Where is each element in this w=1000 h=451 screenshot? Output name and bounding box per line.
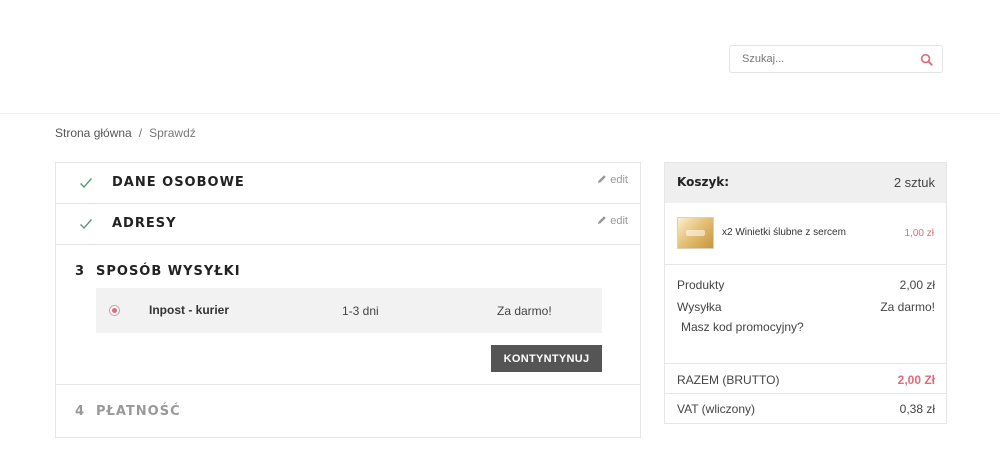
pencil-icon	[598, 175, 607, 183]
cart-header: Koszyk: 2 sztuk	[665, 163, 946, 203]
cart-summary: Koszyk: 2 sztuk x2 Winietki ślubne z ser…	[664, 162, 947, 424]
check-icon	[80, 178, 93, 189]
step-payment: 4 Płatność	[56, 385, 640, 437]
cart-item: x2 Winietki ślubne z sercem 1,00 zł	[665, 203, 946, 265]
edit-link[interactable]: edit	[597, 174, 628, 186]
breadcrumb: Strona główna / Sprawdź	[55, 126, 196, 140]
step-number: 3	[75, 264, 85, 279]
shipping-value: Za darmo!	[880, 300, 935, 314]
cart-item-price: 1,00 zł	[904, 228, 934, 239]
search-input[interactable]	[730, 46, 910, 72]
carrier-price: Za darmo!	[497, 304, 552, 318]
carrier-radio[interactable]	[109, 305, 120, 316]
vat-label: VAT (wliczony)	[677, 402, 756, 416]
edit-label: edit	[610, 215, 628, 227]
step-title: Płatność	[96, 404, 181, 419]
step-addresses[interactable]: Adresy edit	[56, 204, 640, 245]
total-value: 2,00 Zł	[897, 373, 935, 387]
cart-count[interactable]: 2 sztuk	[894, 175, 935, 190]
breadcrumb-home[interactable]: Strona główna	[55, 126, 132, 140]
site-header	[0, 0, 1000, 114]
carrier-name: Inpost - kurier	[149, 303, 230, 317]
edit-link[interactable]: edit	[597, 215, 628, 227]
search-box[interactable]	[729, 45, 943, 73]
carrier-option[interactable]: Inpost - kurier 1-3 dni Za darmo!	[96, 288, 602, 333]
step-title: Adresy	[112, 216, 177, 231]
carrier-delivery-time: 1-3 dni	[342, 304, 379, 318]
step-title: Dane osobowe	[112, 175, 245, 190]
total-label: RAZEM (BRUTTO)	[677, 373, 780, 387]
cart-item-name[interactable]: x2 Winietki ślubne z sercem	[722, 227, 846, 238]
continue-button[interactable]: Kontyntynuj	[491, 345, 602, 372]
promo-code-link[interactable]: Masz kod promocyjny?	[681, 320, 804, 334]
check-icon	[80, 219, 93, 230]
step-shipping-method: 3 Sposób wysyłki Inpost - kurier 1-3 dni…	[56, 245, 640, 385]
vat-value: 0,38 zł	[899, 402, 935, 416]
step-title: Sposób wysyłki	[96, 264, 241, 279]
shipping-label: Wysyłka	[677, 300, 722, 314]
subtotal-value: 2,00 zł	[899, 278, 935, 292]
breadcrumb-separator: /	[138, 126, 143, 140]
edit-label: edit	[610, 174, 628, 186]
subtotal-label: Produkty	[677, 278, 725, 292]
breadcrumb-current: Sprawdź	[149, 126, 196, 140]
pencil-icon	[598, 216, 607, 224]
cart-title: Koszyk:	[677, 175, 730, 189]
divider	[665, 363, 946, 364]
product-thumbnail[interactable]	[677, 217, 714, 249]
search-icon[interactable]	[920, 53, 933, 66]
step-number: 4	[75, 404, 85, 419]
step-personal-data[interactable]: Dane osobowe edit	[56, 163, 640, 204]
checkout-steps: Dane osobowe edit Adresy edit 3 Sposób w…	[55, 162, 641, 438]
divider	[665, 393, 946, 394]
